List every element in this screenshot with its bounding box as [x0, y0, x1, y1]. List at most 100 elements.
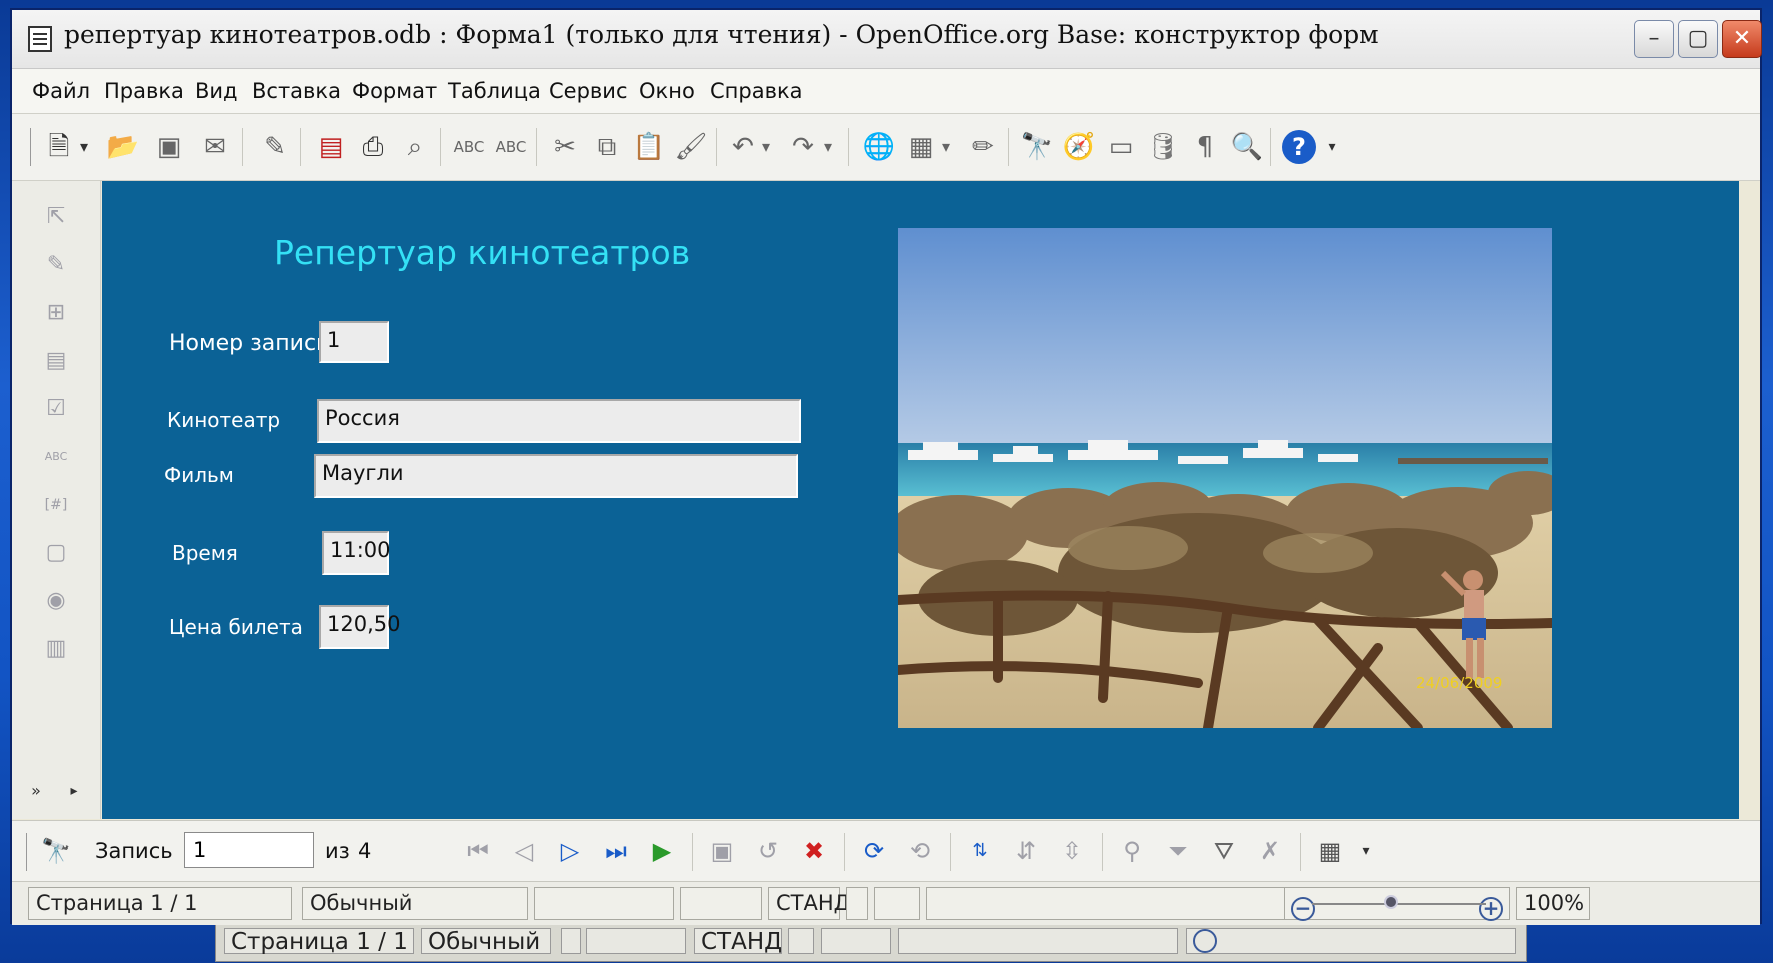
paste-icon[interactable]: 📋	[632, 130, 666, 164]
apply-filter-icon[interactable]: ⏷	[1162, 835, 1194, 867]
record-number-input[interactable]: 1	[184, 832, 314, 868]
last-record-icon[interactable]: ⏭	[600, 835, 632, 867]
minimize-button[interactable]: –	[1634, 20, 1674, 58]
form-properties-icon[interactable]: ▤	[40, 345, 72, 377]
hyperlink-icon[interactable]: 🌐	[862, 130, 896, 164]
navigator-icon[interactable]: 🧭	[1062, 130, 1096, 164]
toolbar-grip[interactable]	[26, 833, 27, 871]
next-record-icon[interactable]: ▷	[554, 835, 586, 867]
control-properties-icon[interactable]: ⊞	[40, 297, 72, 329]
chevron-down-icon[interactable]: ▾	[756, 130, 776, 164]
maximize-button[interactable]: ▢	[1678, 20, 1718, 58]
sort-descending-icon[interactable]: ⇵	[1010, 835, 1042, 867]
menu-view[interactable]: Вид	[195, 79, 238, 103]
new-document-icon[interactable]: 🗎	[42, 130, 76, 164]
design-mode-icon[interactable]: ✎	[40, 249, 72, 281]
undo-icon[interactable]: ↶	[726, 130, 760, 164]
zoom-icon[interactable]: 🔍	[1230, 130, 1264, 164]
film-field[interactable]: Маугли	[314, 454, 798, 498]
data-sources-icon[interactable]: 🛢	[1146, 130, 1180, 164]
data-to-text-icon[interactable]: ▦	[1314, 835, 1346, 867]
autospellcheck-icon[interactable]: ABC	[494, 130, 528, 164]
bg-empty-cell	[898, 928, 1178, 954]
save-icon[interactable]: ▣	[152, 130, 186, 164]
find-replace-icon[interactable]: 🔭	[1020, 130, 1054, 164]
insert-mode-indicator[interactable]: СТАНД	[768, 887, 850, 920]
format-paintbrush-icon[interactable]: 🖌	[674, 130, 708, 164]
push-button-icon[interactable]: ▢	[40, 537, 72, 569]
chevron-down-icon[interactable]: ▾	[818, 130, 838, 164]
zoom-slider-handle[interactable]	[1384, 895, 1398, 909]
menu-insert[interactable]: Вставка	[252, 79, 341, 103]
menu-edit[interactable]: Правка	[104, 79, 184, 103]
redo-icon[interactable]: ↷	[786, 130, 820, 164]
spellcheck-icon[interactable]: ABC	[452, 130, 486, 164]
export-pdf-icon[interactable]: ▤	[314, 130, 348, 164]
menu-help[interactable]: Справка	[710, 79, 803, 103]
refresh-icon[interactable]: ⟳	[858, 835, 890, 867]
previous-record-icon[interactable]: ◁	[508, 835, 540, 867]
help-icon[interactable]: ?	[1282, 130, 1316, 164]
save-record-icon[interactable]: ▣	[706, 835, 738, 867]
refresh-control-icon[interactable]: ⟲	[904, 835, 936, 867]
toolbar-more-icon[interactable]: ▾	[1358, 835, 1374, 867]
expand-arrow-icon[interactable]: ▸	[64, 775, 84, 807]
cut-icon[interactable]: ✂	[548, 130, 582, 164]
toolbar-separator	[716, 128, 717, 166]
zoom-percentage[interactable]: 100%	[1516, 887, 1590, 920]
find-record-icon[interactable]: 🔭	[40, 835, 72, 867]
cinema-field[interactable]: Россия	[317, 399, 801, 443]
print-preview-icon[interactable]: ⌕	[398, 130, 432, 164]
menu-tools[interactable]: Сервис	[549, 79, 627, 103]
toolbar-more-icon[interactable]: ▾	[1324, 130, 1340, 164]
menu-window[interactable]: Окно	[639, 79, 695, 103]
text-box-icon[interactable]: ABC	[40, 441, 72, 473]
formatted-field-icon[interactable]: [#]	[40, 489, 72, 521]
menu-bar: Файл Правка Вид Вставка Формат Таблица С…	[12, 69, 1760, 114]
delete-record-icon[interactable]: ✖	[798, 835, 830, 867]
status-empty-cell	[926, 887, 1296, 920]
first-record-icon[interactable]: ⏮	[462, 835, 494, 867]
checkbox-icon[interactable]: ☑	[40, 393, 72, 425]
film-label: Фильм	[164, 463, 234, 487]
chevron-down-icon[interactable]: ▾	[74, 130, 94, 164]
sort-ascending-icon[interactable]: ⇅	[964, 835, 996, 867]
form-canvas[interactable]: Репертуар кинотеатров Номер записи 1 Кин…	[102, 181, 1739, 819]
list-box-icon[interactable]: ▥	[40, 633, 72, 665]
time-field[interactable]: 11:00	[322, 531, 391, 575]
draw-functions-icon[interactable]: ✏	[966, 130, 1000, 164]
zoom-slider-track[interactable]	[1312, 903, 1486, 905]
select-pointer-icon[interactable]: ⇱	[40, 201, 72, 233]
page-style-indicator[interactable]: Обычный	[302, 887, 528, 920]
sort-icon[interactable]: ⇳	[1056, 835, 1088, 867]
edit-file-icon[interactable]: ✎	[258, 130, 292, 164]
gallery-icon[interactable]: ▭	[1104, 130, 1138, 164]
toolbar-separator	[692, 833, 693, 871]
title-bar[interactable]: репертуар кинотеатров.odb : Форма1 (толь…	[12, 10, 1762, 69]
close-button[interactable]: ✕	[1722, 20, 1762, 58]
radio-button-icon[interactable]: ◉	[40, 585, 72, 617]
menu-format[interactable]: Формат	[352, 79, 437, 103]
form-image-control[interactable]: 24/06/2009	[898, 228, 1552, 728]
toolbar-grip[interactable]	[30, 128, 31, 166]
table-icon[interactable]: ▦	[904, 130, 938, 164]
record-number-field[interactable]: 1	[319, 321, 389, 363]
undo-record-icon[interactable]: ↺	[752, 835, 784, 867]
menu-table[interactable]: Таблица	[448, 79, 541, 103]
selection-mode-cell[interactable]	[846, 887, 868, 920]
zoom-in-icon[interactable]: +	[1479, 897, 1503, 921]
ticket-price-field[interactable]: 120,50	[319, 605, 400, 649]
menu-file[interactable]: Файл	[32, 79, 90, 103]
chevron-down-icon[interactable]: ▾	[936, 130, 956, 164]
more-controls-icon[interactable]: »	[26, 775, 46, 807]
copy-icon[interactable]: ⧉	[590, 130, 624, 164]
zoom-out-icon[interactable]: −	[1291, 897, 1315, 921]
new-record-icon[interactable]: ▶	[646, 835, 678, 867]
print-icon[interactable]: ⎙	[356, 130, 390, 164]
formatting-marks-icon[interactable]: ¶	[1188, 130, 1222, 164]
autofilter-icon[interactable]: ⚲	[1116, 835, 1148, 867]
remove-filter-icon[interactable]: ✗	[1254, 835, 1286, 867]
email-icon[interactable]: ✉	[198, 130, 232, 164]
standard-filter-icon[interactable]: ⛛	[1208, 835, 1240, 867]
open-folder-icon[interactable]: 📂	[106, 130, 140, 164]
